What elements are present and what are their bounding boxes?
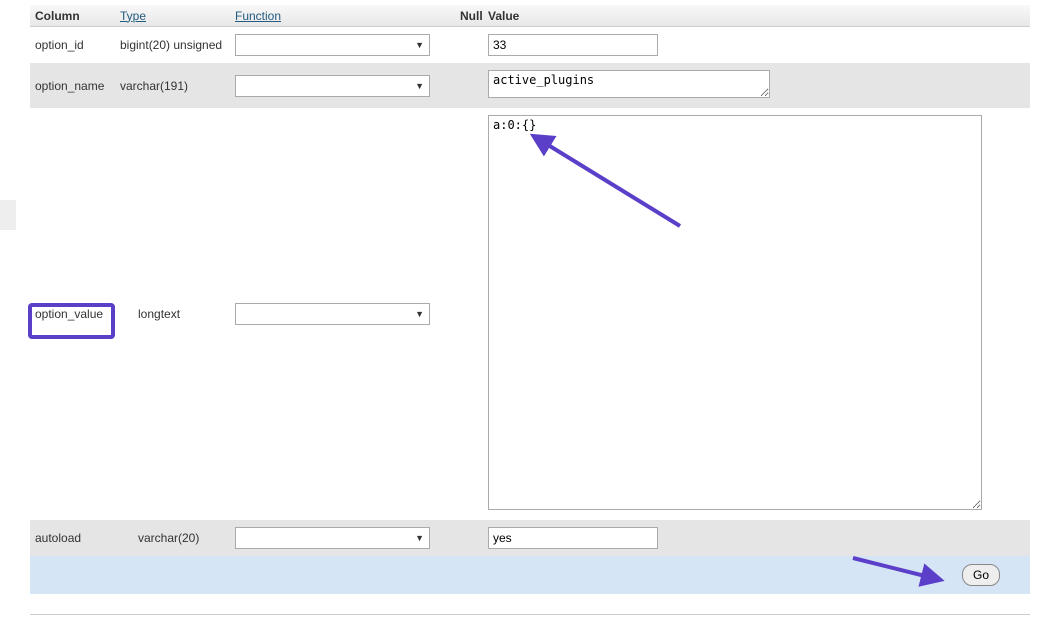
value-input-option-id[interactable] xyxy=(488,34,658,56)
column-label: option_id xyxy=(30,38,120,52)
value-input-autoload[interactable] xyxy=(488,527,658,549)
function-select-autoload[interactable] xyxy=(235,527,430,549)
header-column: Column xyxy=(30,9,120,23)
type-label: varchar(191) xyxy=(120,79,235,93)
left-sidebar-stub xyxy=(0,200,16,230)
header-value: Value xyxy=(488,9,1030,23)
go-button[interactable]: Go xyxy=(962,564,1000,586)
column-label: option_name xyxy=(30,79,120,93)
type-label: bigint(20) unsigned xyxy=(120,38,235,52)
header-function-link[interactable]: Function xyxy=(235,9,281,23)
value-textarea-option-name[interactable] xyxy=(488,70,770,98)
column-label: option_value xyxy=(30,307,120,321)
submit-row: Go xyxy=(30,556,1030,594)
table-row: autoload varchar(20) xyxy=(30,520,1030,556)
type-label: longtext xyxy=(120,307,235,321)
value-textarea-option-value[interactable] xyxy=(488,115,982,510)
function-select-option-id[interactable] xyxy=(235,34,430,56)
edit-form: Column Type Function Null Value option_i… xyxy=(30,0,1030,615)
divider xyxy=(30,614,1030,615)
function-select-option-value[interactable] xyxy=(235,303,430,325)
type-label: varchar(20) xyxy=(120,531,235,545)
table-row: option_id bigint(20) unsigned xyxy=(30,27,1030,63)
table-row: option_name varchar(191) xyxy=(30,63,1030,108)
column-label: autoload xyxy=(30,531,120,545)
header-type-link[interactable]: Type xyxy=(120,9,146,23)
function-select-option-name[interactable] xyxy=(235,75,430,97)
header-null: Null xyxy=(460,9,488,23)
table-row: option_value longtext xyxy=(30,108,1030,520)
table-header-row: Column Type Function Null Value xyxy=(30,5,1030,27)
